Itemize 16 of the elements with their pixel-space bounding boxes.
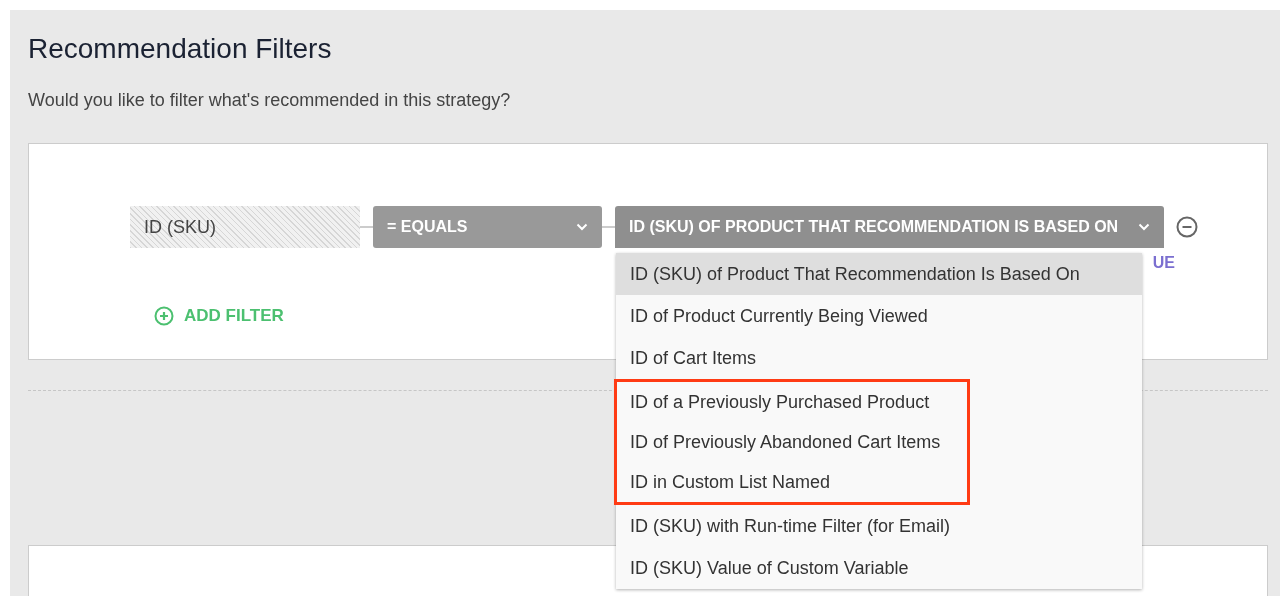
- page-title: Recommendation Filters: [28, 32, 332, 66]
- dropdown-option[interactable]: ID (SKU) of Product That Recommendation Is Based On: [616, 253, 1142, 295]
- dropdown-option[interactable]: ID of Product Currently Being Viewed: [616, 295, 1142, 337]
- chevron-icon: [576, 223, 588, 231]
- subtitle: Would you like to filter what's recommended in this strategy?: [28, 90, 511, 111]
- dropdown-option[interactable]: ID (SKU) with Run-time Filter (for Email): [616, 505, 1142, 547]
- dropdown-option[interactable]: ID of Cart Items: [616, 337, 1142, 379]
- dropdown-option[interactable]: ID (SKU) Value of Custom Variable: [616, 547, 1142, 589]
- field-name: ID (SKU): [130, 206, 360, 248]
- chevron-icon: [1138, 223, 1150, 231]
- dropdown-option[interactable]: ID in Custom List Named: [617, 462, 967, 502]
- add-icon: [154, 306, 174, 326]
- remove-icon[interactable]: [1176, 216, 1198, 238]
- value-link[interactable]: UE: [1152, 254, 1175, 272]
- dropdown-option[interactable]: ID of Previously Abandoned Cart Items: [617, 422, 967, 462]
- dropdown-option[interactable]: ID of a Previously Purchased Product: [617, 382, 967, 422]
